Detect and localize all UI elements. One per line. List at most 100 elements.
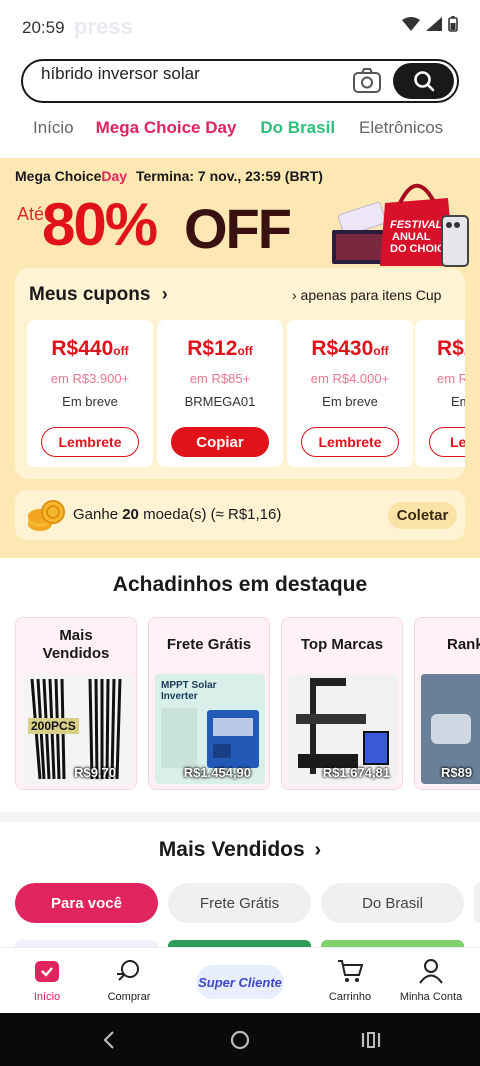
chevron-right-icon: › (161, 284, 168, 304)
coupon-off-label: off (237, 344, 253, 358)
featured-card-title: Mais Vendidos (42, 627, 110, 662)
banner-brand: Mega Choice (15, 168, 102, 184)
search-icon (413, 71, 434, 92)
best-sellers-title: Mais Vendidos (158, 838, 305, 861)
status-icons (402, 16, 458, 32)
coupon-minimum: em R (437, 371, 465, 386)
best-sellers-header[interactable]: Mais Vendidos › (0, 838, 480, 862)
featured-card-frete-gratis[interactable]: Frete Grátis MPPT Solar Inverter R$1.454… (148, 617, 270, 790)
coupons-title[interactable]: Meus cupons › (29, 284, 168, 306)
status-ghost-text: press (74, 14, 133, 39)
featured-card-top-marcas[interactable]: Top Marcas R$1.674,81 (281, 617, 403, 790)
product-price: R$1.674,81 (322, 765, 390, 780)
coupon-card: R$440off em R$3.900+ Em breve Lembrete (27, 320, 153, 467)
back-icon[interactable] (100, 1030, 118, 1050)
nav-label: Início (33, 991, 61, 1003)
coupon-minimum: em R$4.000+ (310, 371, 390, 386)
battery-icon (448, 16, 458, 32)
product-price: R$1.454,90 (183, 765, 251, 780)
cart-icon (338, 960, 364, 982)
chevron-right-icon: › (314, 839, 322, 861)
coupon-off-label: off (373, 344, 389, 358)
coupon-code: BRMEGA01 (184, 394, 256, 409)
featured-card-title: Top Marcas (300, 636, 384, 653)
search-button[interactable] (393, 63, 454, 99)
coupon-off-label: off (113, 344, 129, 358)
chip-overflow (474, 883, 480, 923)
banner-off: OFF (184, 197, 292, 260)
signal-icon (426, 17, 442, 31)
coin-count: 20 (122, 506, 139, 523)
coupon-status: Em breve (322, 394, 378, 409)
coupon-reminder-button[interactable]: Lembrete (301, 427, 399, 457)
collect-coins-button[interactable]: Coletar (388, 502, 457, 529)
featured-card-rank[interactable]: Rank R$89 (414, 617, 480, 790)
banner-deadline: Termina: 7 nov., 23:59 (BRT) (135, 168, 323, 184)
coupon-card: R$2 em R Em Le (415, 320, 465, 467)
nav-label: Minha Conta (399, 991, 463, 1003)
chip-frete-gratis[interactable]: Frete Grátis (168, 883, 311, 923)
nav-minha-conta[interactable]: Minha Conta (386, 958, 476, 1003)
coupon-reminder-button[interactable]: Lembrete (41, 427, 139, 457)
coupon-amount: R$12 (187, 337, 238, 360)
featured-card-mais-vendidos[interactable]: Mais Vendidos 200PCS R$9,70 (15, 617, 137, 790)
tab-eletronicos[interactable]: Eletrônicos (359, 118, 443, 144)
product-badge: MPPT Solar Inverter (161, 680, 217, 702)
search-input[interactable]: híbrido inversor solar (41, 64, 200, 84)
coin-prefix: Ganhe (73, 506, 119, 523)
banner-products-illustration: FESTIVAL ANUAL DO CHOICE (332, 183, 469, 267)
coupon-minimum: em R$3.900+ (50, 371, 130, 386)
coupon-marquee: › apenas para itens Cup (292, 287, 442, 303)
section-divider (0, 812, 480, 822)
coupon-status: Em (451, 394, 465, 409)
tab-mega-choice-day[interactable]: Mega Choice Day (96, 118, 237, 144)
coupon-card: R$430off em R$4.000+ Em breve Lembrete (287, 320, 413, 467)
svg-text:ANUAL: ANUAL (392, 231, 431, 243)
nav-label: Carrinho (328, 991, 372, 1003)
banner-ate: Até (17, 204, 45, 224)
super-cliente-button[interactable]: Super Cliente (196, 965, 284, 999)
chip-para-voce[interactable]: Para você (15, 883, 158, 923)
coupon-amount: R$440 (51, 337, 114, 360)
tab-inicio[interactable]: Início (33, 118, 74, 144)
svg-text:FESTIVAL: FESTIVAL (390, 219, 443, 231)
home-circle-icon[interactable] (229, 1029, 251, 1051)
banner-percent: 80% (42, 191, 158, 258)
account-icon (419, 959, 443, 984)
coupon-amount: R$430 (311, 337, 374, 360)
product-image: 200PCS R$9,70 (22, 674, 132, 784)
coupon-card: R$12off em R$85+ BRMEGA01 Copiar (157, 320, 283, 467)
shop-search-icon (117, 960, 139, 981)
coin-reward-text: Ganhe 20 moeda(s) (≈ R$1,16) (73, 506, 281, 523)
product-badge: 200PCS (28, 718, 79, 734)
nav-comprar[interactable]: Comprar (84, 958, 174, 1003)
wifi-icon (402, 17, 420, 31)
product-price: R$89 (441, 765, 473, 780)
coins-icon (28, 500, 65, 531)
featured-card-clip: Rank R$89 (414, 617, 480, 790)
recents-icon[interactable] (360, 1031, 382, 1049)
coupon-status: Em breve (62, 394, 118, 409)
nav-carrinho[interactable]: Carrinho (305, 958, 395, 1003)
product-image: R$89 (421, 674, 480, 784)
coupon-amount: R$2 (437, 337, 465, 360)
category-tabs: Início Mega Choice Day Do Brasil Eletrôn… (0, 118, 480, 144)
chip-do-brasil[interactable]: Do Brasil (321, 883, 464, 923)
nav-inicio[interactable]: Início (2, 958, 92, 1003)
camera-icon[interactable] (352, 67, 382, 95)
home-icon (35, 961, 59, 982)
coin-suffix: moeda(s) (≈ R$1,16) (143, 506, 282, 523)
nav-label: Comprar (107, 991, 151, 1003)
featured-title: Achadinhos em destaque (112, 573, 368, 596)
coupon-copy-button[interactable]: Copiar (171, 427, 269, 457)
banner-headline: Mega ChoiceDay Termina: 7 nov., 23:59 (B… (15, 168, 323, 184)
coupon-minimum: em R$85+ (189, 371, 251, 386)
product-image: R$1.674,81 (288, 674, 398, 784)
coupon-card-clip: R$2 em R Em Le (415, 320, 465, 467)
featured-card-title: Rank (447, 636, 480, 653)
status-time: 20:59 (22, 18, 65, 37)
product-image: MPPT Solar Inverter R$1.454,90 (155, 674, 265, 784)
coupon-reminder-button[interactable]: Le (429, 427, 465, 457)
tab-do-brasil[interactable]: Do Brasil (260, 118, 335, 144)
product-price: R$9,70 (74, 765, 116, 780)
